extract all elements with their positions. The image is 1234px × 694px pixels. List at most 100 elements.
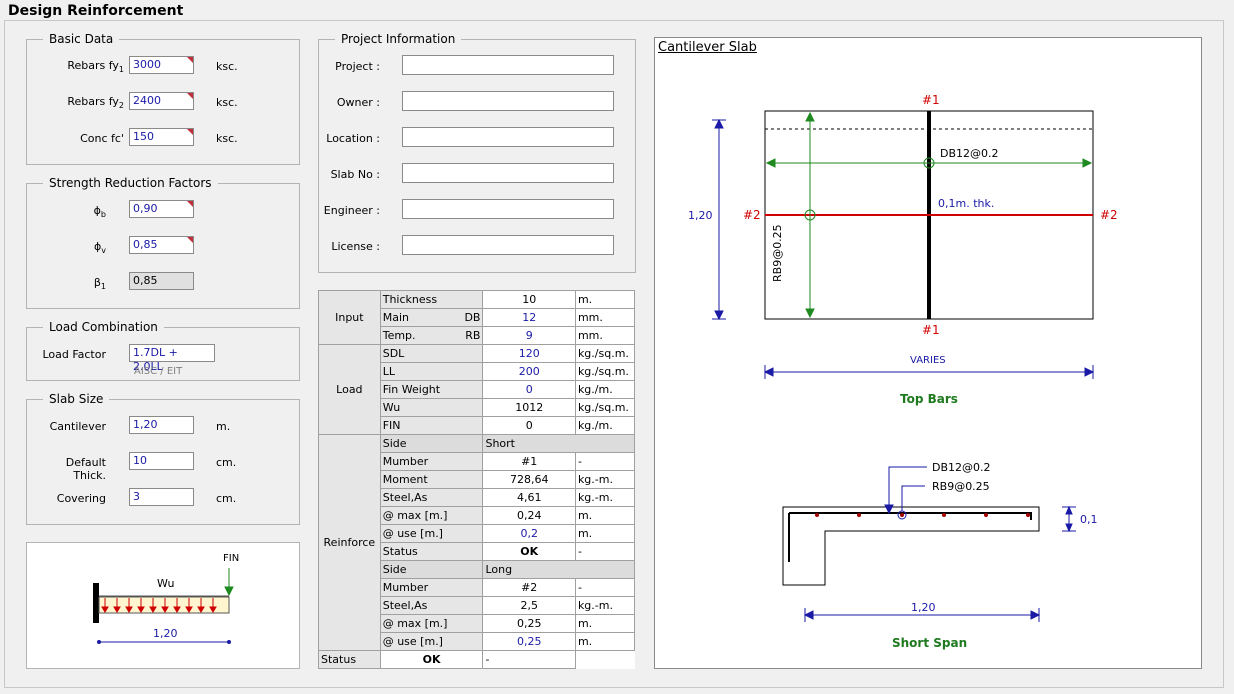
slab-no-label: Slab No : xyxy=(330,168,380,181)
fy2-label: Rebars fy2 xyxy=(67,95,124,111)
fc-label: Conc fc' xyxy=(80,132,124,145)
phi-b-label: ϕb xyxy=(93,204,106,220)
load-group-cell: Load xyxy=(318,344,381,435)
phi-v-input[interactable]: 0,85 xyxy=(129,236,194,254)
table-row: Status OK - xyxy=(318,650,635,669)
table-unit: m. xyxy=(574,524,636,543)
load-combination-legend: Load Combination xyxy=(49,320,158,334)
mark-2-right: #2 xyxy=(1100,208,1118,222)
fy1-input[interactable]: 3000 xyxy=(129,56,194,74)
section-thk-dim xyxy=(1062,505,1076,533)
table-unit: m. xyxy=(574,506,636,525)
owner-input[interactable] xyxy=(402,91,614,111)
covering-label: Covering xyxy=(56,492,106,505)
input-group-cell: Input xyxy=(318,290,381,345)
load-factor-label: Load Factor xyxy=(42,348,106,361)
cantilever-input[interactable]: 1,20 xyxy=(129,416,194,434)
table-row: Reinforce Side Short xyxy=(318,434,635,651)
table-unit: kg.-m. xyxy=(574,596,636,615)
beam-sketch-panel: FIN Wu 1,20 xyxy=(26,542,300,669)
load-factor-note: AISC / EIT xyxy=(134,366,183,377)
license-label: License : xyxy=(331,240,380,253)
beta-1-value: 0,85 xyxy=(129,272,194,290)
table-key: Steel,As xyxy=(379,596,484,615)
fin-value: 0 xyxy=(482,416,576,435)
side-key: Side xyxy=(379,560,484,579)
fy2-input[interactable]: 2400 xyxy=(129,92,194,110)
table-unit: m. xyxy=(574,614,636,633)
short-use-spacing-value[interactable]: 0,2 xyxy=(482,524,576,543)
section-leaders xyxy=(884,466,927,515)
main-bar-value[interactable]: 12 xyxy=(482,308,576,327)
drawing-panel: Cantilever Slab #1 #1 #2 #2 DB12@0.2 0,1… xyxy=(654,37,1202,669)
project-info-legend: Project Information xyxy=(341,32,456,46)
covering-unit: cm. xyxy=(216,492,237,505)
table-unit: m. xyxy=(574,290,636,309)
table-unit: - xyxy=(482,650,576,669)
table-key: Wu xyxy=(379,398,484,417)
default-thick-input[interactable]: 10 xyxy=(129,452,194,470)
long-use-spacing-value[interactable]: 0,25 xyxy=(482,632,576,651)
fy1-unit: ksc. xyxy=(216,60,238,73)
table-key: @ max [m.] xyxy=(379,614,484,633)
thickness-label: 0,1m. thk. xyxy=(938,197,995,210)
section-db-label: DB12@0.2 xyxy=(932,461,991,474)
mark-1-top: #1 xyxy=(922,93,940,107)
engineer-label: Engineer : xyxy=(323,204,380,217)
temp-bar-value[interactable]: 9 xyxy=(482,326,576,345)
cantilever-dim-label: 1,20 xyxy=(688,209,713,222)
table-unit: kg./sq.m. xyxy=(574,344,636,363)
table-key: Status xyxy=(318,650,381,669)
top-bars-label: Top Bars xyxy=(900,392,958,406)
default-thick-unit: cm. xyxy=(216,456,237,469)
section-rb-label: RB9@0.25 xyxy=(932,480,990,493)
phi-b-input[interactable]: 0,90 xyxy=(129,200,194,218)
slab-no-input[interactable] xyxy=(402,163,614,183)
engineer-input[interactable] xyxy=(402,199,614,219)
table-key: Fin Weight xyxy=(379,380,484,399)
table-unit: kg.-m. xyxy=(574,488,636,507)
table-value: 728,64 xyxy=(482,470,576,489)
project-input[interactable] xyxy=(402,55,614,75)
plan-svg xyxy=(712,110,1095,622)
table-unit: - xyxy=(574,578,636,597)
wu-value: 1012 xyxy=(482,398,576,417)
fc-input[interactable]: 150 xyxy=(129,128,194,146)
cantilever-dim xyxy=(712,118,726,321)
table-key: Temp. RB xyxy=(379,326,484,345)
table-row: Load SDL 120 kg./sq.m. xyxy=(318,344,636,435)
table-key: Steel,As xyxy=(379,488,484,507)
section-drawing xyxy=(782,506,1040,586)
table-value: #1 xyxy=(482,452,576,471)
fy2-unit: ksc. xyxy=(216,96,238,109)
table-key: @ use [m.] xyxy=(379,632,484,651)
table-unit: kg./sq.m. xyxy=(574,362,636,381)
varies-dim xyxy=(763,365,1095,379)
basic-data-legend: Basic Data xyxy=(49,32,114,46)
cantilever-unit: m. xyxy=(216,420,231,433)
location-input[interactable] xyxy=(402,127,614,147)
table-key: FIN xyxy=(379,416,484,435)
fin-weight-value[interactable]: 0 xyxy=(482,380,576,399)
wu-label: Wu xyxy=(157,577,174,590)
side-long-value: Long xyxy=(482,560,635,579)
location-label: Location : xyxy=(326,132,380,145)
span-dim-end xyxy=(227,640,231,644)
ll-value[interactable]: 200 xyxy=(482,362,576,381)
sdl-value[interactable]: 120 xyxy=(482,344,576,363)
license-input[interactable] xyxy=(402,235,614,255)
table-value: 0,24 xyxy=(482,506,576,525)
table-key: Mumber xyxy=(379,452,484,471)
load-factor-input[interactable]: 1.7DL + 2.0LL xyxy=(129,344,215,373)
table-unit: mm. xyxy=(574,326,636,345)
table-key: Main DB xyxy=(379,308,484,327)
covering-input[interactable]: 3 xyxy=(129,488,194,506)
table-value: #2 xyxy=(482,578,576,597)
thickness-value[interactable]: 10 xyxy=(482,290,576,309)
temp-bar-label: RB9@0.25 xyxy=(771,224,784,282)
fin-label: FIN xyxy=(223,553,239,564)
table-key: LL xyxy=(379,362,484,381)
table-key: @ max [m.] xyxy=(379,506,484,525)
window-title: Design Reinforcement xyxy=(8,3,184,19)
fc-unit: ksc. xyxy=(216,132,238,145)
